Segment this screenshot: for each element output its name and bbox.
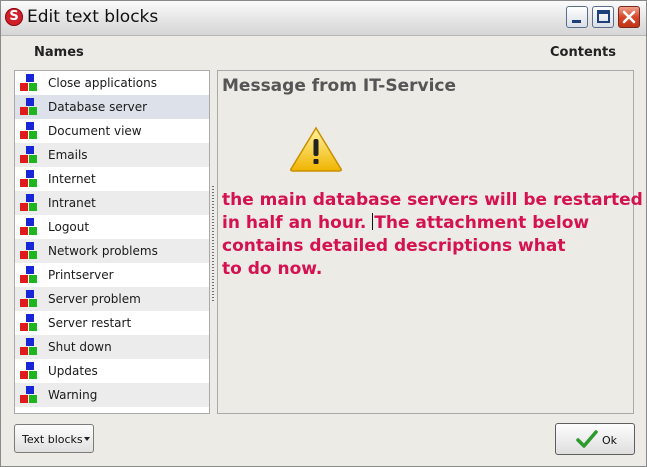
dropdown-arrow-icon	[84, 437, 90, 441]
text-block-icon	[20, 122, 37, 139]
list-item[interactable]: Logout	[15, 215, 209, 239]
close-button[interactable]	[618, 6, 640, 28]
list-item[interactable]: Emails	[15, 143, 209, 167]
content-line: the main database servers will be restar…	[222, 190, 643, 210]
text-block-icon	[20, 74, 37, 91]
maximize-button[interactable]	[592, 6, 614, 28]
splitter-handle[interactable]	[212, 186, 214, 301]
text-block-icon	[20, 338, 37, 355]
list-item-label: Close applications	[48, 76, 157, 90]
list-item[interactable]: Database server	[15, 95, 209, 119]
text-block-icon	[20, 194, 37, 211]
text-block-icon	[20, 242, 37, 259]
warning-icon	[290, 126, 342, 172]
content-line: contains detailed descriptions what	[222, 236, 566, 256]
edit-text-blocks-window: S Edit text blocks Names Contents Close …	[0, 0, 647, 467]
list-item-label: Server problem	[48, 292, 141, 306]
list-item[interactable]: Server restart	[15, 311, 209, 335]
text-block-icon	[20, 290, 37, 307]
content-line: to do now.	[222, 259, 323, 279]
list-item-label: Warning	[48, 388, 98, 402]
title-bar[interactable]: S Edit text blocks	[1, 1, 646, 36]
list-item[interactable]: Printserver	[15, 263, 209, 287]
checkmark-icon	[576, 430, 598, 448]
ok-label: Ok	[602, 434, 618, 447]
list-item-label: Internet	[48, 172, 96, 186]
list-item[interactable]: Server problem	[15, 287, 209, 311]
list-item[interactable]: Document view	[15, 119, 209, 143]
text-block-icon	[20, 386, 37, 403]
list-item-label: Database server	[48, 100, 148, 114]
content-title: Message from IT-Service	[222, 76, 457, 96]
contents-column-header: Contents	[550, 45, 616, 60]
list-item-label: Intranet	[48, 196, 96, 210]
content-message: the main database servers will be restar…	[222, 189, 643, 281]
names-column-header: Names	[34, 45, 84, 60]
list-item[interactable]: Shut down	[15, 335, 209, 359]
minimize-icon	[572, 20, 581, 23]
list-item-label: Updates	[48, 364, 98, 378]
minimize-button[interactable]	[566, 6, 588, 28]
list-item[interactable]: Internet	[15, 167, 209, 191]
list-item-label: Network problems	[48, 244, 158, 258]
app-logo-icon: S	[5, 8, 23, 26]
names-list[interactable]: Close applications Database server Documen…	[14, 70, 210, 414]
text-block-icon	[20, 218, 37, 235]
text-block-icon	[20, 98, 37, 115]
content-line-part: in half an hour.	[222, 213, 373, 233]
window-title: Edit text blocks	[27, 7, 159, 27]
list-item-label: Emails	[48, 148, 88, 162]
text-block-icon	[20, 362, 37, 379]
text-block-icon	[20, 314, 37, 331]
text-block-icon	[20, 146, 37, 163]
list-item[interactable]: Updates	[15, 359, 209, 383]
list-item-label: Shut down	[48, 340, 112, 354]
content-line-part: The attachment below	[374, 213, 590, 233]
text-blocks-label: Text blocks	[22, 433, 83, 446]
maximize-icon	[597, 10, 610, 23]
ok-button[interactable]: Ok	[555, 423, 635, 455]
text-blocks-dropdown-button[interactable]: Text blocks	[14, 424, 94, 453]
contents-editor[interactable]: Message from IT-Service the main databas…	[217, 70, 643, 414]
close-icon	[622, 10, 636, 24]
list-item-label: Logout	[48, 220, 90, 234]
content-line: in half an hour. The attachment below	[222, 212, 627, 235]
list-item[interactable]: Intranet	[15, 191, 209, 215]
list-item-label: Server restart	[48, 316, 132, 330]
text-block-icon	[20, 266, 37, 283]
list-item[interactable]: Close applications	[15, 71, 209, 95]
text-block-icon	[20, 170, 37, 187]
list-item[interactable]: Network problems	[15, 239, 209, 263]
list-item[interactable]: Warning	[15, 383, 209, 407]
list-item-label: Document view	[48, 124, 142, 138]
list-item-label: Printserver	[48, 268, 114, 282]
